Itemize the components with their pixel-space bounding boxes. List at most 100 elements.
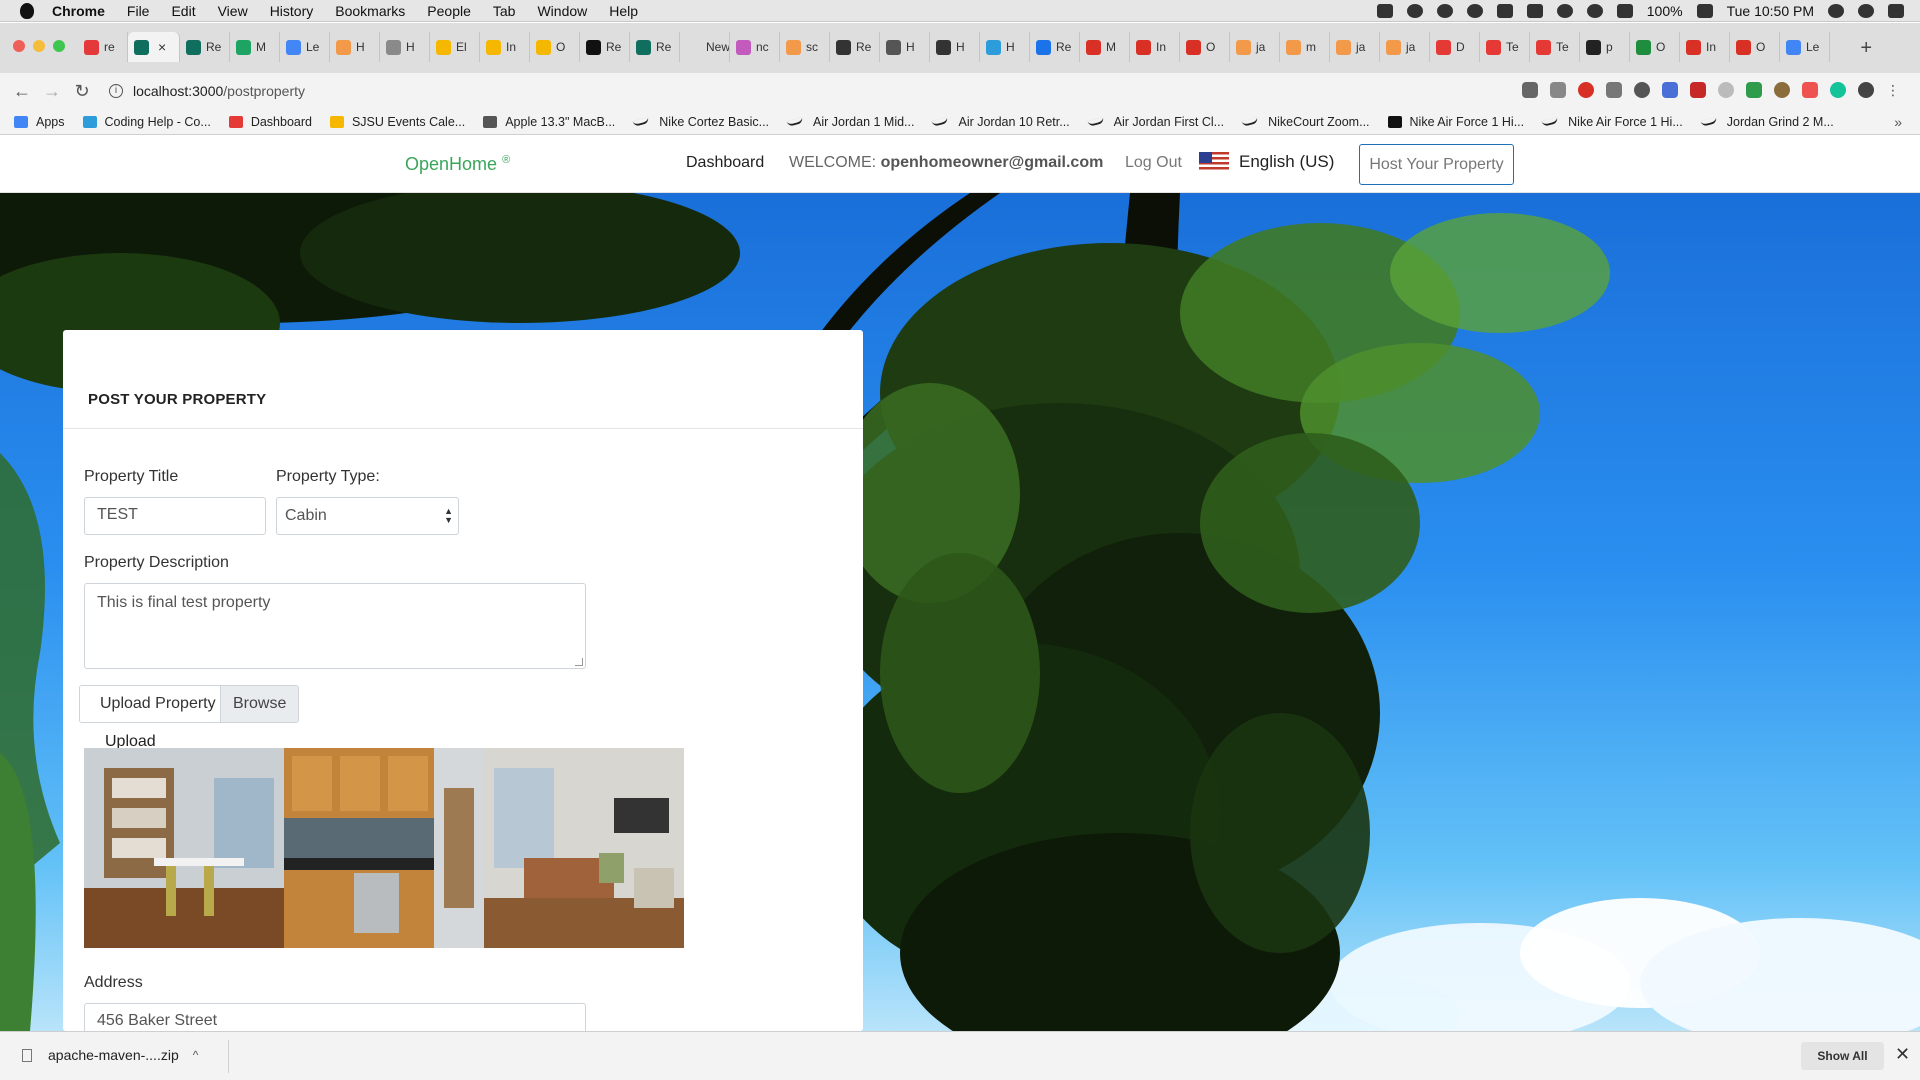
- browser-tab[interactable]: El: [430, 32, 480, 62]
- browser-tab[interactable]: Re: [630, 32, 680, 62]
- forward-button[interactable]: →: [37, 81, 67, 102]
- bookmark-item[interactable]: SJSU Events Cale...: [329, 115, 465, 129]
- browser-tab[interactable]: O: [1730, 32, 1780, 62]
- reload-button[interactable]: ↻: [67, 81, 97, 102]
- host-your-property-button[interactable]: Host Your Property: [1359, 144, 1514, 185]
- airplay-icon[interactable]: [1526, 4, 1543, 18]
- menu-people[interactable]: People: [427, 3, 471, 19]
- resize-grip-icon[interactable]: [575, 658, 583, 666]
- browser-tab[interactable]: Te: [1530, 32, 1580, 62]
- download-item[interactable]: apache-maven-....zip ^: [22, 1047, 198, 1063]
- browser-tab[interactable]: Re: [180, 32, 230, 62]
- browser-tab[interactable]: Le: [1780, 32, 1830, 62]
- bookmark-item[interactable]: Nike Air Force 1 Hi...: [1387, 115, 1524, 129]
- browser-tab[interactable]: O: [1630, 32, 1680, 62]
- clock-extension-icon[interactable]: [1718, 82, 1734, 98]
- browser-tab[interactable]: m: [1280, 32, 1330, 62]
- bookmark-item[interactable]: Coding Help - Co...: [82, 115, 211, 129]
- property-type-select[interactable]: Cabin ▲ ▼: [276, 497, 459, 535]
- siri-icon[interactable]: [1858, 4, 1874, 18]
- spotlight-search-icon[interactable]: [1828, 4, 1844, 18]
- bookmark-item[interactable]: Dashboard: [228, 115, 312, 129]
- property-description-textarea[interactable]: This is final test property: [84, 583, 586, 669]
- cloud-icon[interactable]: [1406, 4, 1423, 18]
- zoom-window-button[interactable]: [53, 40, 65, 52]
- github-extension-icon[interactable]: [1634, 82, 1650, 98]
- bookmark-item[interactable]: Air Jordan First Cl...: [1087, 115, 1224, 129]
- red-extension-icon[interactable]: [1690, 82, 1706, 98]
- avatar-extension-icon[interactable]: [1774, 82, 1790, 98]
- browser-tab[interactable]: H: [330, 32, 380, 62]
- opera-extension-icon[interactable]: [1578, 82, 1594, 98]
- browser-tab[interactable]: In: [1680, 32, 1730, 62]
- browser-tab[interactable]: O: [1180, 32, 1230, 62]
- new-tab-button[interactable]: +: [1860, 37, 1872, 60]
- upload-property-label[interactable]: Upload Property: [80, 686, 220, 722]
- tab-active[interactable]: ×: [128, 32, 180, 62]
- nav-dashboard-link[interactable]: Dashboard: [686, 154, 764, 172]
- chevron-up-icon[interactable]: ^: [193, 1048, 199, 1062]
- bookmark-item[interactable]: Nike Air Force 1 Hi...: [1541, 115, 1683, 129]
- browser-tab[interactable]: ja: [1330, 32, 1380, 62]
- browser-tab[interactable]: O: [530, 32, 580, 62]
- close-icon[interactable]: ✕: [1895, 1044, 1910, 1065]
- browse-button[interactable]: Browse: [220, 686, 299, 722]
- clock[interactable]: Tue 10:50 PM: [1727, 3, 1814, 19]
- key-icon[interactable]: [1522, 82, 1538, 98]
- sync-icon[interactable]: [1466, 4, 1483, 18]
- browser-tab[interactable]: M: [230, 32, 280, 62]
- openhome-logo[interactable]: OpenHome ®: [405, 154, 510, 175]
- browser-tab[interactable]: Re: [1030, 32, 1080, 62]
- menu-edit[interactable]: Edit: [171, 3, 195, 19]
- browser-tab[interactable]: D: [1430, 32, 1480, 62]
- bookmark-item[interactable]: Jordan Grind 2 M...: [1700, 115, 1834, 129]
- drive-icon[interactable]: [1496, 4, 1513, 18]
- cloud-extension-icon[interactable]: [1606, 82, 1622, 98]
- bookmark-item[interactable]: Apps: [14, 115, 65, 129]
- bookmark-item[interactable]: NikeCourt Zoom...: [1241, 115, 1370, 129]
- logout-link[interactable]: Log Out: [1125, 154, 1182, 172]
- browser-tab[interactable]: In: [480, 32, 530, 62]
- browser-tab[interactable]: Re: [830, 32, 880, 62]
- browser-tab[interactable]: re: [78, 32, 128, 62]
- bookmark-item[interactable]: Apple 13.3" MacB...: [483, 115, 615, 129]
- browser-tab[interactable]: H: [980, 32, 1030, 62]
- browser-tab[interactable]: Re: [580, 32, 630, 62]
- address-bar[interactable]: i localhost:3000/postproperty: [109, 76, 305, 106]
- chrome-menu-icon[interactable]: ⋮: [1886, 82, 1902, 98]
- site-info-icon[interactable]: i: [109, 84, 123, 98]
- browser-tab[interactable]: H: [880, 32, 930, 62]
- evernote-extension-icon[interactable]: [1746, 82, 1762, 98]
- bookmark-star-icon[interactable]: [1550, 82, 1566, 98]
- menu-bookmarks[interactable]: Bookmarks: [335, 3, 405, 19]
- menu-app-name[interactable]: Chrome: [52, 3, 105, 19]
- language-selector[interactable]: English (US): [1199, 152, 1334, 172]
- upload-property-file-input[interactable]: Upload Property Browse: [79, 685, 300, 723]
- menu-tab[interactable]: Tab: [493, 3, 516, 19]
- wifi-icon[interactable]: [1586, 4, 1603, 18]
- checker-extension-icon[interactable]: [1662, 82, 1678, 98]
- browser-tab[interactable]: ja: [1230, 32, 1280, 62]
- apple-logo-icon[interactable]: [20, 2, 34, 19]
- bookmark-item[interactable]: Air Jordan 10 Retr...: [931, 115, 1070, 129]
- battery-percent[interactable]: 100%: [1647, 3, 1683, 19]
- browser-tab[interactable]: H: [930, 32, 980, 62]
- menu-file[interactable]: File: [127, 3, 150, 19]
- browser-tab[interactable]: Le: [280, 32, 330, 62]
- browser-tab[interactable]: New T: [680, 32, 730, 62]
- browser-tab[interactable]: nc: [730, 32, 780, 62]
- browser-tab[interactable]: ja: [1380, 32, 1430, 62]
- bluetooth-icon[interactable]: [1556, 4, 1573, 18]
- browser-tab[interactable]: Te: [1480, 32, 1530, 62]
- browser-tab[interactable]: sc: [780, 32, 830, 62]
- back-button[interactable]: ←: [7, 81, 37, 102]
- volume-icon[interactable]: [1616, 4, 1633, 18]
- notification-center-icon[interactable]: [1888, 4, 1904, 18]
- bookmark-item[interactable]: Air Jordan 1 Mid...: [786, 115, 914, 129]
- close-tab-icon[interactable]: ×: [158, 39, 166, 55]
- more-bookmarks-chevron-icon[interactable]: »: [1894, 114, 1902, 130]
- show-all-downloads-button[interactable]: Show All: [1801, 1042, 1884, 1070]
- creative-cloud-icon[interactable]: [1436, 4, 1453, 18]
- browser-tab[interactable]: H: [380, 32, 430, 62]
- menu-help[interactable]: Help: [609, 3, 638, 19]
